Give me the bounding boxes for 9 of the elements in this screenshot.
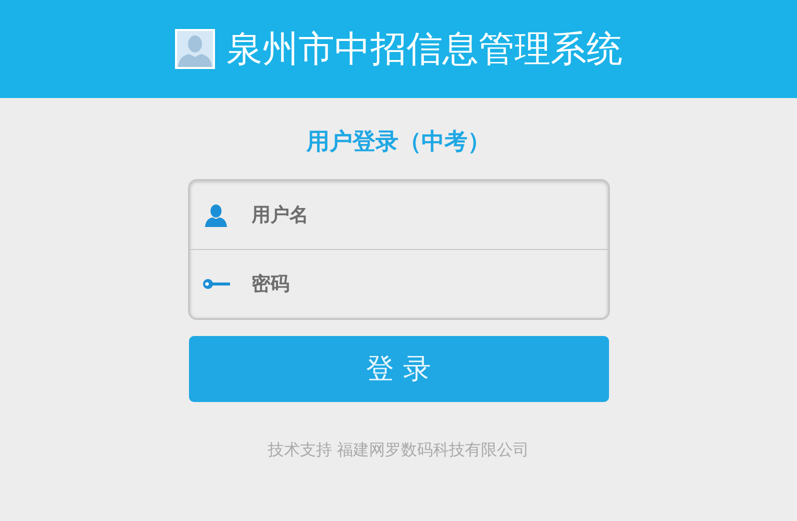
- user-icon: [204, 202, 228, 228]
- login-heading: 用户登录（中考）: [306, 128, 490, 157]
- login-button[interactable]: 登 录: [188, 336, 608, 402]
- system-title: 泉州市中招信息管理系统: [226, 28, 622, 72]
- footer-text: 技术支持 福建网罗数码科技有限公司: [268, 440, 530, 461]
- input-field[interactable]: 用户名: [250, 203, 584, 227]
- avatar-icon: [174, 29, 214, 69]
- input-field[interactable]: 密码: [250, 272, 584, 296]
- key-icon: [202, 278, 230, 290]
